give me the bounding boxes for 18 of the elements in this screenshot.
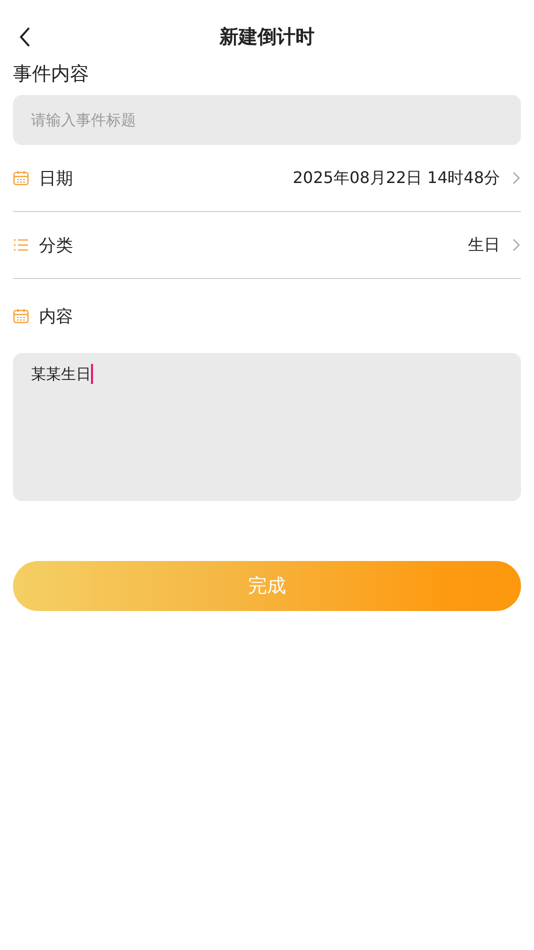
chevron-icon: [512, 238, 521, 252]
section-label: 事件内容: [13, 62, 89, 87]
row-label: 内容: [39, 306, 73, 328]
row-label: 日期: [39, 168, 73, 190]
row-label: 分类: [39, 234, 73, 256]
picker-row[interactable]: 日期 2025年08月22日 14时48分: [13, 145, 521, 212]
row-value: 生日: [468, 234, 500, 256]
page-title: 新建倒计时: [220, 25, 314, 50]
calendar-icon: [13, 170, 29, 186]
list-icon: [13, 237, 29, 253]
chevron-icon: [512, 171, 521, 185]
title-input-field[interactable]: 请输入事件标题: [13, 95, 521, 145]
row-value: 2025年08月22日 14时48分: [292, 168, 500, 188]
calendar-icon: [13, 308, 29, 324]
back-button[interactable]: [19, 26, 31, 48]
picker-row[interactable]: 分类 生日: [13, 212, 521, 279]
content-field[interactable]: 某某生日: [13, 353, 521, 501]
back-icon: [19, 26, 31, 48]
